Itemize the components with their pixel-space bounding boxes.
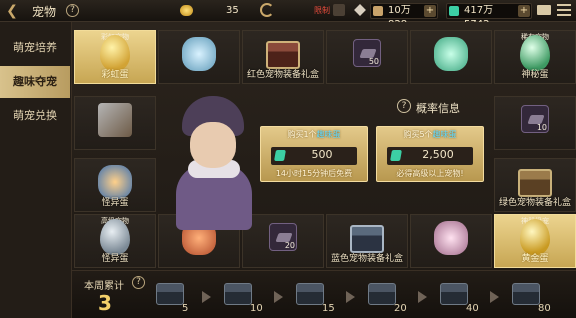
- weapon-icon: [98, 103, 132, 137]
- prize-slot-green-pet[interactable]: [410, 30, 492, 84]
- prize-slot-weird-egg[interactable]: 怪异蛋: [74, 158, 156, 212]
- red-chest-icon: [266, 41, 300, 69]
- stone-icon: 20: [269, 223, 297, 251]
- green-gem-icon: [390, 150, 402, 161]
- arrow-icon: [418, 291, 427, 303]
- item-count: 50: [368, 57, 379, 66]
- arrow-icon: [202, 291, 211, 303]
- slot-name: 黄金蛋: [521, 254, 549, 264]
- weekly-total-label: 本周累计: [84, 281, 124, 292]
- slot-name: 蓝色宠物装备礼盒: [330, 254, 403, 264]
- buy-1-button[interactable]: 购买1个趣味蛋 500 14小时15分钟后免费: [260, 126, 368, 182]
- stone-icon: 10: [521, 105, 549, 133]
- sidebar-item-pet-exchange[interactable]: 萌宠兑换: [0, 100, 70, 132]
- prize-slot-blue-equipment-box[interactable]: 蓝色宠物装备礼盒: [326, 214, 408, 268]
- prize-slot-stone-10[interactable]: 10: [494, 96, 576, 150]
- green-chest-icon: [518, 169, 552, 197]
- resource-2: 417万5742 +: [446, 3, 532, 30]
- prize-slot-golden-egg[interactable]: 神器级宠 黄金蛋: [494, 214, 576, 268]
- prize-slot-weapon[interactable]: [74, 96, 156, 150]
- milestone-chest-20[interactable]: 20: [362, 283, 414, 317]
- weekly-help-icon[interactable]: ?: [132, 276, 145, 289]
- rainbow-egg-icon: [100, 35, 130, 71]
- probability-help-icon[interactable]: ?: [397, 99, 411, 113]
- chest-icon: [368, 283, 396, 305]
- arrow-icon: [274, 291, 283, 303]
- back-arrow-icon[interactable]: ❮: [3, 3, 21, 19]
- weird-egg-icon: [100, 219, 130, 255]
- milestone-chest-80[interactable]: 80: [506, 283, 558, 317]
- slot-name: 绿色宠物装备礼盒: [498, 198, 571, 208]
- buy-5-button[interactable]: 购买5个趣味蛋 2,500 必得高级以上宠物!: [376, 126, 484, 182]
- green-pet-icon: [434, 37, 468, 71]
- resource-1: 10万828 +: [370, 3, 438, 30]
- green-gem-icon: [449, 6, 459, 16]
- golden-egg-icon: [520, 219, 550, 255]
- fire-pet-icon: [98, 165, 132, 199]
- resource-2-plus-button[interactable]: +: [518, 5, 530, 17]
- milestone-chest-40[interactable]: 40: [434, 283, 486, 317]
- chest-icon: [512, 283, 540, 305]
- sidebar-item-pet-training[interactable]: 萌宠培养: [0, 32, 70, 64]
- slot-name: 怪异蛋: [101, 254, 129, 264]
- limit-label: 限制: [314, 6, 330, 15]
- buy-1-note: 14小时15分钟后免费: [275, 169, 353, 178]
- pet-rabbit-icon: [182, 37, 216, 71]
- prize-slot-green-equipment-box[interactable]: 绿色宠物装备礼盒: [494, 158, 576, 212]
- sidebar: 萌宠培养 趣味夺宠 萌宠兑换: [0, 22, 72, 318]
- bunny-pet-icon: [434, 221, 468, 255]
- menu-icon[interactable]: [557, 4, 571, 16]
- item-count: 10: [536, 123, 547, 132]
- item-count: 20: [284, 241, 295, 250]
- buy-5-note: 必得高级以上宠物!: [396, 169, 464, 178]
- prize-slot-weird-egg-2[interactable]: 高级宠物 怪异蛋: [74, 214, 156, 268]
- green-gem-icon: [274, 150, 286, 161]
- refresh-currency-icon[interactable]: [260, 3, 274, 17]
- arrow-icon: [346, 291, 355, 303]
- limit-plus-button[interactable]: [333, 4, 345, 16]
- gold-value: 35: [226, 5, 239, 16]
- milestone-chest-5[interactable]: 5: [150, 283, 202, 317]
- slot-name: 神秘蛋: [521, 70, 549, 80]
- sidebar-item-fun-capture[interactable]: 趣味夺宠: [0, 66, 70, 98]
- gold-currency: [180, 3, 196, 19]
- chest-icon: [156, 283, 184, 305]
- weekly-reward-bar: 本周累计 ? 3 5 10 15 20 40 80: [72, 270, 576, 318]
- resource-1-plus-button[interactable]: +: [424, 5, 436, 17]
- prize-slot-bunny-pet[interactable]: [410, 214, 492, 268]
- mystery-egg-icon: [520, 35, 550, 71]
- buy-5-price: 2,500: [387, 147, 473, 165]
- prize-slot-red-equipment-box[interactable]: 红色宠物装备礼盒: [242, 30, 324, 84]
- mail-icon[interactable]: [537, 5, 551, 15]
- buy-1-price: 500: [271, 147, 357, 165]
- buy-1-label: 购买1个趣味蛋: [287, 130, 341, 139]
- prize-slot-mystery-egg[interactable]: 稀有宠物 神秘蛋: [494, 30, 576, 84]
- weekly-total-count: 3: [98, 291, 112, 315]
- top-bar: ❮ 宠物 ? 35 限制 10万828 + 417万5742 +: [0, 0, 576, 30]
- prize-slot-pet-rabbit[interactable]: [158, 30, 240, 84]
- milestone-chest-15[interactable]: 15: [290, 283, 342, 317]
- gold-coin-icon: [180, 4, 193, 16]
- chest-icon: [224, 283, 252, 305]
- arrow-icon: [490, 291, 499, 303]
- prize-slot-rainbow-egg[interactable]: 彩虹宠物 彩虹蛋: [74, 30, 156, 84]
- prize-slot-stone-50[interactable]: 50: [326, 30, 408, 84]
- milestone-chest-10[interactable]: 10: [218, 283, 270, 317]
- coin-stack-icon: [373, 6, 383, 16]
- chest-icon: [296, 283, 324, 305]
- slot-name: 彩虹蛋: [101, 70, 129, 80]
- slot-name: 红色宠物装备礼盒: [246, 70, 319, 80]
- chest-icon: [440, 283, 468, 305]
- page-title: 宠物: [32, 5, 57, 19]
- probability-info-link[interactable]: 概率信息: [416, 100, 460, 116]
- help-icon[interactable]: ?: [66, 4, 79, 17]
- slot-name: 怪异蛋: [101, 198, 129, 208]
- merchant-granny-character: [172, 94, 256, 234]
- buy-5-label: 购买5个趣味蛋: [403, 130, 457, 139]
- diamond-icon: [354, 4, 366, 16]
- blue-chest-icon: [350, 225, 384, 253]
- stone-icon: 50: [353, 39, 381, 67]
